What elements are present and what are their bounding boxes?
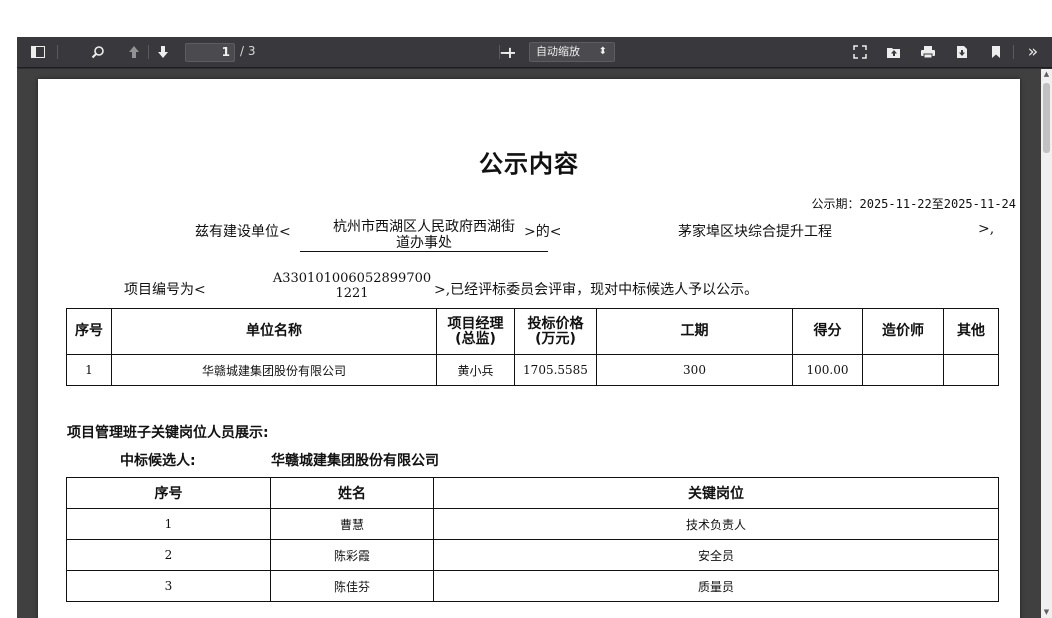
cell-price: 1705.5585 bbox=[514, 354, 597, 386]
project-number-line2: 1221 bbox=[335, 286, 369, 301]
cell-other bbox=[943, 354, 999, 386]
cell-no: 2 bbox=[66, 539, 271, 571]
line2-prefix: 项目编号为< bbox=[124, 282, 206, 298]
header-manager: 项目经理 (总监) bbox=[436, 308, 515, 355]
print-icon[interactable] bbox=[917, 41, 939, 63]
table-row: 1 曹慧 技术负责人 bbox=[66, 508, 999, 540]
header-no: 序号 bbox=[66, 477, 271, 509]
zoom-in-button[interactable]: + bbox=[501, 41, 519, 63]
cell-name: 陈彩霞 bbox=[270, 539, 434, 571]
table-header-row: 序号 姓名 关键岗位 bbox=[66, 477, 999, 509]
project-number: A330101006052899700 1221 bbox=[268, 271, 436, 301]
header-name: 姓名 bbox=[270, 477, 434, 509]
scroll-down-arrow-icon[interactable]: ▼ bbox=[1041, 607, 1052, 618]
next-page-icon[interactable] bbox=[152, 41, 174, 63]
table-header-row: 序号 单位名称 项目经理 (总监) 投标价格 (万元) 工期 得分 造价师 其他 bbox=[66, 308, 999, 355]
cell-score: 100.00 bbox=[792, 354, 863, 386]
document-viewport[interactable]: 公示内容 公示期：2025-11-22至2025-11-24 兹有建设单位< 杭… bbox=[17, 69, 1041, 618]
previous-page-icon[interactable] bbox=[123, 41, 145, 63]
project-number-line1: A330101006052899700 bbox=[272, 271, 432, 286]
project-name: 茅家埠区块综合提升工程 bbox=[678, 224, 832, 240]
scroll-thumb[interactable] bbox=[1043, 83, 1050, 153]
cell-company: 华赣城建集团股份有限公司 bbox=[111, 354, 437, 386]
table-row: 3 陈佳芬 质量员 bbox=[66, 570, 999, 602]
line1-prefix: 兹有建设单位< bbox=[195, 224, 291, 240]
download-icon[interactable] bbox=[951, 41, 973, 63]
bookmark-icon[interactable] bbox=[985, 41, 1007, 63]
winner-name: 华赣城建集团股份有限公司 bbox=[271, 453, 439, 469]
bid-results-table: 序号 单位名称 项目经理 (总监) 投标价格 (万元) 工期 得分 造价师 其他 1… bbox=[66, 308, 999, 386]
cell-cost-engineer bbox=[862, 354, 944, 386]
header-price: 投标价格 (万元) bbox=[514, 308, 597, 355]
winner-label: 中标候选人: bbox=[120, 453, 196, 469]
header-no: 序号 bbox=[66, 308, 112, 355]
open-file-icon[interactable] bbox=[883, 41, 905, 63]
zoom-select-value: 自动缩放 bbox=[536, 45, 580, 58]
personnel-section-title: 项目管理班子关键岗位人员展示: bbox=[67, 425, 269, 441]
zoom-select[interactable]: 自动缩放 ⬍ bbox=[529, 42, 615, 62]
notice-period: 公示期：2025-11-22至2025-11-24 bbox=[811, 197, 1017, 211]
page-count: / 3 bbox=[240, 44, 256, 58]
line2-suffix: >,已经评标委员会评审，现对中标候选人予以公示。 bbox=[434, 282, 759, 298]
header-period: 工期 bbox=[596, 308, 793, 355]
unit-name-line1: 杭州市西湖区人民政府西湖街 bbox=[333, 219, 515, 235]
cell-no: 1 bbox=[66, 354, 112, 386]
unit-name: 杭州市西湖区人民政府西湖街 道办事处 bbox=[300, 219, 548, 252]
header-other: 其他 bbox=[943, 308, 999, 355]
vertical-scrollbar[interactable]: ▲ ▼ bbox=[1041, 69, 1052, 618]
header-score: 得分 bbox=[792, 308, 863, 355]
cell-position: 安全员 bbox=[433, 539, 999, 571]
tools-menu-button[interactable]: » bbox=[1021, 41, 1045, 63]
select-arrows-icon: ⬍ bbox=[598, 46, 607, 57]
header-cost-engineer: 造价师 bbox=[862, 308, 944, 355]
table-row: 1 华赣城建集团股份有限公司 黄小兵 1705.5585 300 100.00 bbox=[66, 354, 999, 386]
cell-name: 曹慧 bbox=[270, 508, 434, 540]
line1-mid: >的< bbox=[524, 224, 562, 240]
cell-position: 质量员 bbox=[433, 570, 999, 602]
header-position: 关键岗位 bbox=[433, 477, 999, 509]
presentation-mode-icon[interactable] bbox=[849, 41, 871, 63]
cell-position: 技术负责人 bbox=[433, 508, 999, 540]
line1-end: >, bbox=[978, 221, 995, 237]
pdf-page: 公示内容 公示期：2025-11-22至2025-11-24 兹有建设单位< 杭… bbox=[38, 79, 1020, 618]
scroll-up-arrow-icon[interactable]: ▲ bbox=[1041, 69, 1052, 80]
sidebar-toggle-icon[interactable] bbox=[27, 41, 49, 63]
pdf-viewer: 1 / 3 − + 自动缩放 ⬍ » 公示内容 公示期：2025-11-22至2… bbox=[17, 37, 1052, 618]
cell-no: 3 bbox=[66, 570, 271, 602]
document-title: 公示内容 bbox=[479, 150, 579, 178]
cell-name: 陈佳芬 bbox=[270, 570, 434, 602]
toolbar: 1 / 3 − + 自动缩放 ⬍ » bbox=[17, 37, 1052, 68]
cell-period: 300 bbox=[596, 354, 793, 386]
header-company: 单位名称 bbox=[111, 308, 437, 355]
personnel-table: 序号 姓名 关键岗位 1 曹慧 技术负责人 2 陈彩霞 安全员 3 陈佳芬 质量… bbox=[66, 477, 999, 602]
page-number-input[interactable]: 1 bbox=[185, 43, 235, 62]
cell-no: 1 bbox=[66, 508, 271, 540]
unit-name-line2: 道办事处 bbox=[396, 235, 452, 251]
search-icon[interactable] bbox=[87, 41, 109, 63]
table-row: 2 陈彩霞 安全员 bbox=[66, 539, 999, 571]
cell-manager: 黄小兵 bbox=[436, 354, 515, 386]
